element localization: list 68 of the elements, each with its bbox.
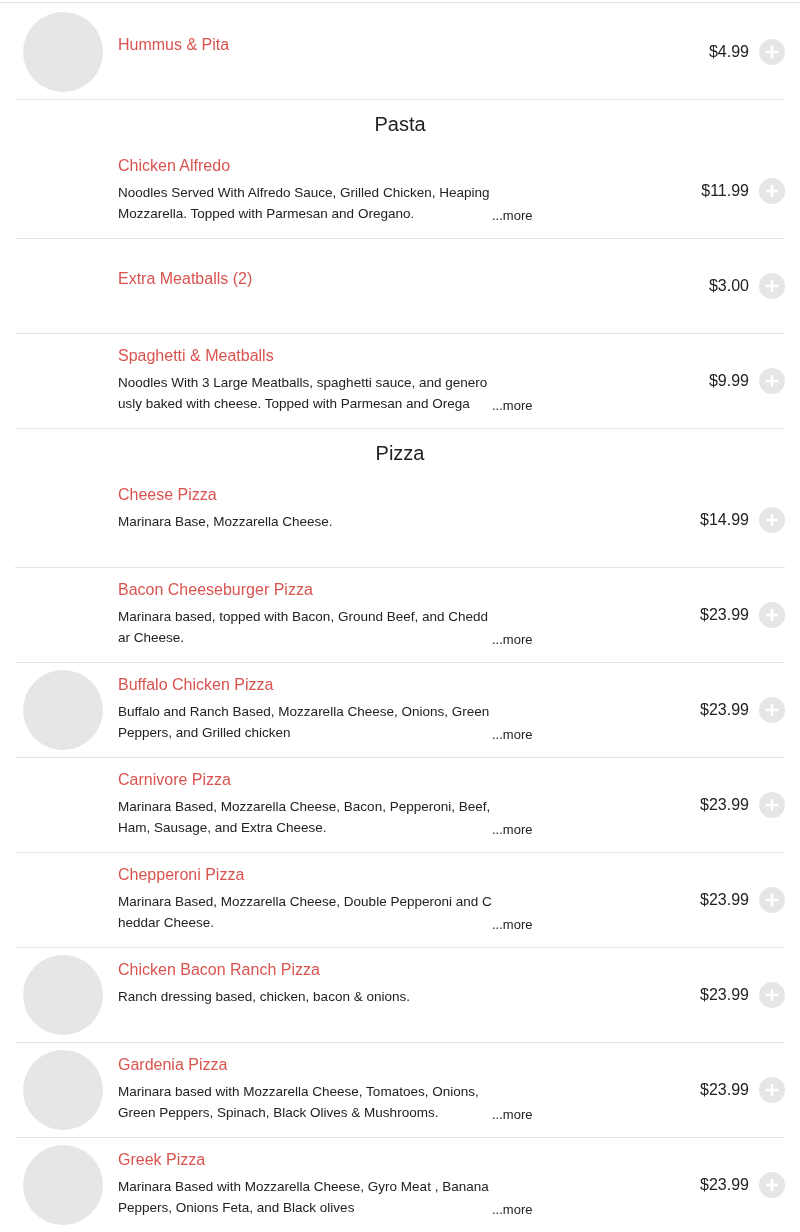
more-link[interactable]: ...more — [492, 1202, 533, 1218]
item-description: Marinara Based, Mozzarella Cheese, Bacon, Pepperoni, Beef, Ham, Sausage, and Extra Cheese. — [118, 798, 492, 837]
item-name[interactable]: Chepperoni Pizza — [118, 865, 548, 885]
plus-icon — [765, 184, 779, 198]
item-description: Noodles With 3 Large Meatballs, spaghetti sauce, and generously baked with cheese. Topped with Parmesan and Orega — [118, 374, 489, 413]
item-description: Marinara Based, Mozzarella Cheese, Double Pepperoni and Cheddar Cheese. — [118, 893, 492, 932]
add-button[interactable] — [759, 178, 785, 204]
add-button[interactable] — [759, 697, 785, 723]
add-button[interactable] — [759, 1077, 785, 1103]
plus-icon — [765, 374, 779, 388]
item-price: $23.99 — [700, 1081, 749, 1099]
item-description: Buffalo and Ranch Based, Mozzarella Cheese, Onions, Green Peppers, and Grilled chicken — [118, 703, 491, 742]
item-price: $3.00 — [708, 277, 749, 295]
more-link[interactable]: ...more — [492, 917, 533, 933]
add-button[interactable] — [759, 982, 785, 1008]
add-button[interactable] — [759, 368, 785, 394]
item-price: $9.99 — [708, 372, 749, 390]
item-description: Marinara Based with Mozzarella Cheese, Gyro Meat , Banana Peppers, Onions Feta, and Black olives — [118, 1178, 490, 1217]
item-price: $23.99 — [700, 986, 749, 1004]
plus-icon — [765, 1083, 779, 1097]
plus-icon — [765, 45, 779, 59]
add-button[interactable] — [759, 507, 785, 533]
item-price: $23.99 — [700, 606, 749, 624]
plus-icon — [765, 988, 779, 1002]
item-name[interactable]: Extra Meatballs (2) — [118, 269, 548, 289]
item-description: Marinara based with Mozzarella Cheese, Tomatoes, Onions, Green Peppers, Spinach, Black Olives & Mushrooms. — [118, 1083, 480, 1122]
add-button[interactable] — [759, 602, 785, 628]
plus-icon — [765, 893, 779, 907]
add-button[interactable] — [759, 1172, 785, 1198]
plus-icon — [765, 703, 779, 717]
more-link[interactable]: ...more — [492, 208, 533, 224]
section-heading: Pizza — [374, 441, 426, 465]
add-button[interactable] — [759, 39, 785, 65]
item-name[interactable]: Gardenia Pizza — [118, 1055, 548, 1075]
add-button[interactable] — [759, 792, 785, 818]
item-price: $23.99 — [700, 891, 749, 909]
more-link[interactable]: ...more — [492, 632, 533, 648]
plus-icon — [765, 279, 779, 293]
item-name[interactable]: Cheese Pizza — [118, 485, 548, 505]
item-name[interactable]: Greek Pizza — [118, 1150, 548, 1170]
item-name[interactable]: Chicken Alfredo — [118, 156, 548, 176]
item-price: $14.99 — [700, 511, 749, 529]
more-link[interactable]: ...more — [492, 727, 533, 743]
item-price: $4.99 — [708, 43, 749, 61]
item-name[interactable]: Hummus & Pita — [118, 35, 548, 55]
more-link[interactable]: ...more — [492, 1107, 533, 1123]
plus-icon — [765, 608, 779, 622]
more-link[interactable]: ...more — [492, 398, 533, 414]
item-price: $23.99 — [700, 701, 749, 719]
item-price: $23.99 — [700, 796, 749, 814]
plus-icon — [765, 1178, 779, 1192]
item-price: $23.99 — [700, 1176, 749, 1194]
item-name[interactable]: Bacon Cheeseburger Pizza — [118, 580, 548, 600]
add-button[interactable] — [759, 887, 785, 913]
item-description: Noodles Served With Alfredo Sauce, Grilled Chicken, Heaping Mozzarella. Topped with Parmesan and Oregano. — [118, 184, 491, 223]
section-heading: Pasta — [373, 112, 427, 136]
item-name[interactable]: Chicken Bacon Ranch Pizza — [118, 960, 548, 980]
item-description: Marinara based, topped with Bacon, Ground Beef, and Cheddar Cheese. — [118, 608, 489, 647]
plus-icon — [765, 513, 779, 527]
item-name[interactable]: Carnivore Pizza — [118, 770, 548, 790]
plus-icon — [765, 798, 779, 812]
item-name[interactable]: Spaghetti & Meatballs — [118, 346, 548, 366]
item-description: Marinara Base, Mozzarella Cheese. — [118, 513, 334, 531]
item-description: Ranch dressing based, chicken, bacon & onions. — [118, 988, 411, 1006]
item-price: $11.99 — [701, 182, 749, 200]
more-link[interactable]: ...more — [492, 822, 533, 838]
item-name[interactable]: Buffalo Chicken Pizza — [118, 675, 548, 695]
add-button[interactable] — [759, 273, 785, 299]
